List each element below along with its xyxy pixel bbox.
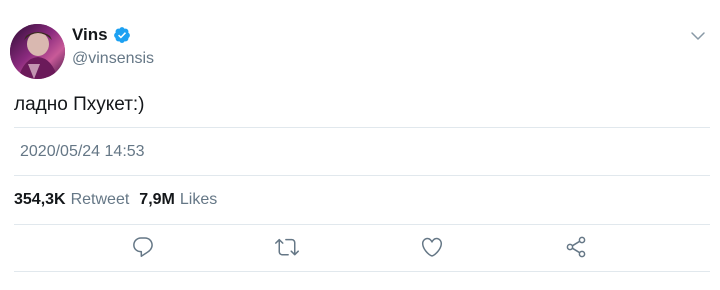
action-bar (0, 235, 720, 261)
retweets-label[interactable]: Retweet (71, 191, 130, 209)
verified-badge-icon (113, 26, 131, 44)
divider (14, 271, 710, 272)
display-name[interactable]: Vins (72, 25, 108, 45)
tweet-stats: 354,3K Retweet 7,9M Likes (14, 191, 227, 209)
heart-icon[interactable] (420, 235, 444, 259)
tweet-text: ладно Пхукет:) (14, 94, 145, 115)
divider (14, 175, 710, 176)
profile-avatar[interactable] (10, 24, 65, 79)
avatar-image (10, 24, 65, 79)
author-row: Vins (72, 25, 131, 45)
divider (14, 127, 710, 128)
likes-count[interactable]: 7,9M (139, 191, 175, 209)
chevron-down-icon[interactable] (690, 28, 706, 44)
user-handle[interactable]: @vinsensis (72, 50, 154, 68)
retweet-icon[interactable] (275, 235, 299, 259)
tweet-card: Vins @vinsensis ладно Пхукет:) 2020/05/2… (0, 0, 720, 290)
divider (14, 224, 710, 225)
retweets-count[interactable]: 354,3K (14, 191, 66, 209)
tweet-timestamp[interactable]: 2020/05/24 14:53 (20, 143, 145, 161)
share-icon[interactable] (564, 235, 588, 259)
likes-label[interactable]: Likes (180, 191, 217, 209)
reply-icon[interactable] (131, 235, 155, 259)
